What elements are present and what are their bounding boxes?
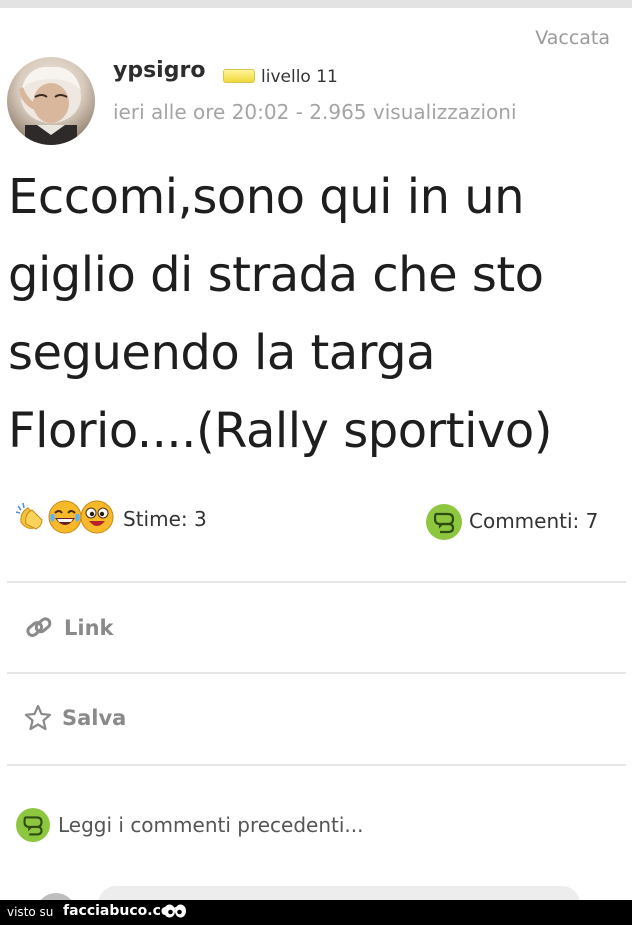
save-button[interactable]: Salva <box>24 704 126 732</box>
reactions[interactable] <box>14 500 118 536</box>
user-level: livello 11 <box>261 67 338 87</box>
stime-count[interactable]: Stime: 3 <box>123 507 207 531</box>
link-icon <box>26 617 52 637</box>
level-badge-icon <box>223 69 255 83</box>
comment-bubble-icon <box>16 808 50 842</box>
comments-count[interactable]: Commenti: 7 <box>469 509 598 533</box>
post-text: Eccomi,sono qui in un giglio di strada c… <box>8 169 552 459</box>
older-comments-label: Leggi i commenti precedenti... <box>58 813 364 837</box>
divider <box>7 672 626 674</box>
post-meta: ieri alle ore 20:02 - 2.965 visualizzazi… <box>113 100 517 124</box>
link-label: Link <box>64 616 114 640</box>
star-icon <box>24 704 52 731</box>
divider <box>7 764 626 766</box>
top-bar <box>0 0 632 8</box>
wow-emoji-icon <box>80 500 114 534</box>
clap-emoji-icon <box>15 501 47 533</box>
comment-bubble-icon <box>426 504 462 540</box>
older-comments-link[interactable]: Leggi i commenti precedenti... <box>16 808 363 842</box>
username[interactable]: ypsigro <box>113 58 205 83</box>
link-button[interactable]: Link <box>24 613 114 643</box>
avatar[interactable] <box>7 57 95 145</box>
save-label: Salva <box>62 706 127 730</box>
laugh-emoji-icon <box>48 500 82 534</box>
footer-visto: visto su <box>7 905 54 919</box>
post-category[interactable]: Vaccata <box>535 27 610 49</box>
divider <box>7 581 626 583</box>
eyes-logo-icon <box>164 904 186 918</box>
watermark-footer: visto su facciabuco.com <box>0 900 632 925</box>
avatar-portrait-icon <box>19 66 81 145</box>
